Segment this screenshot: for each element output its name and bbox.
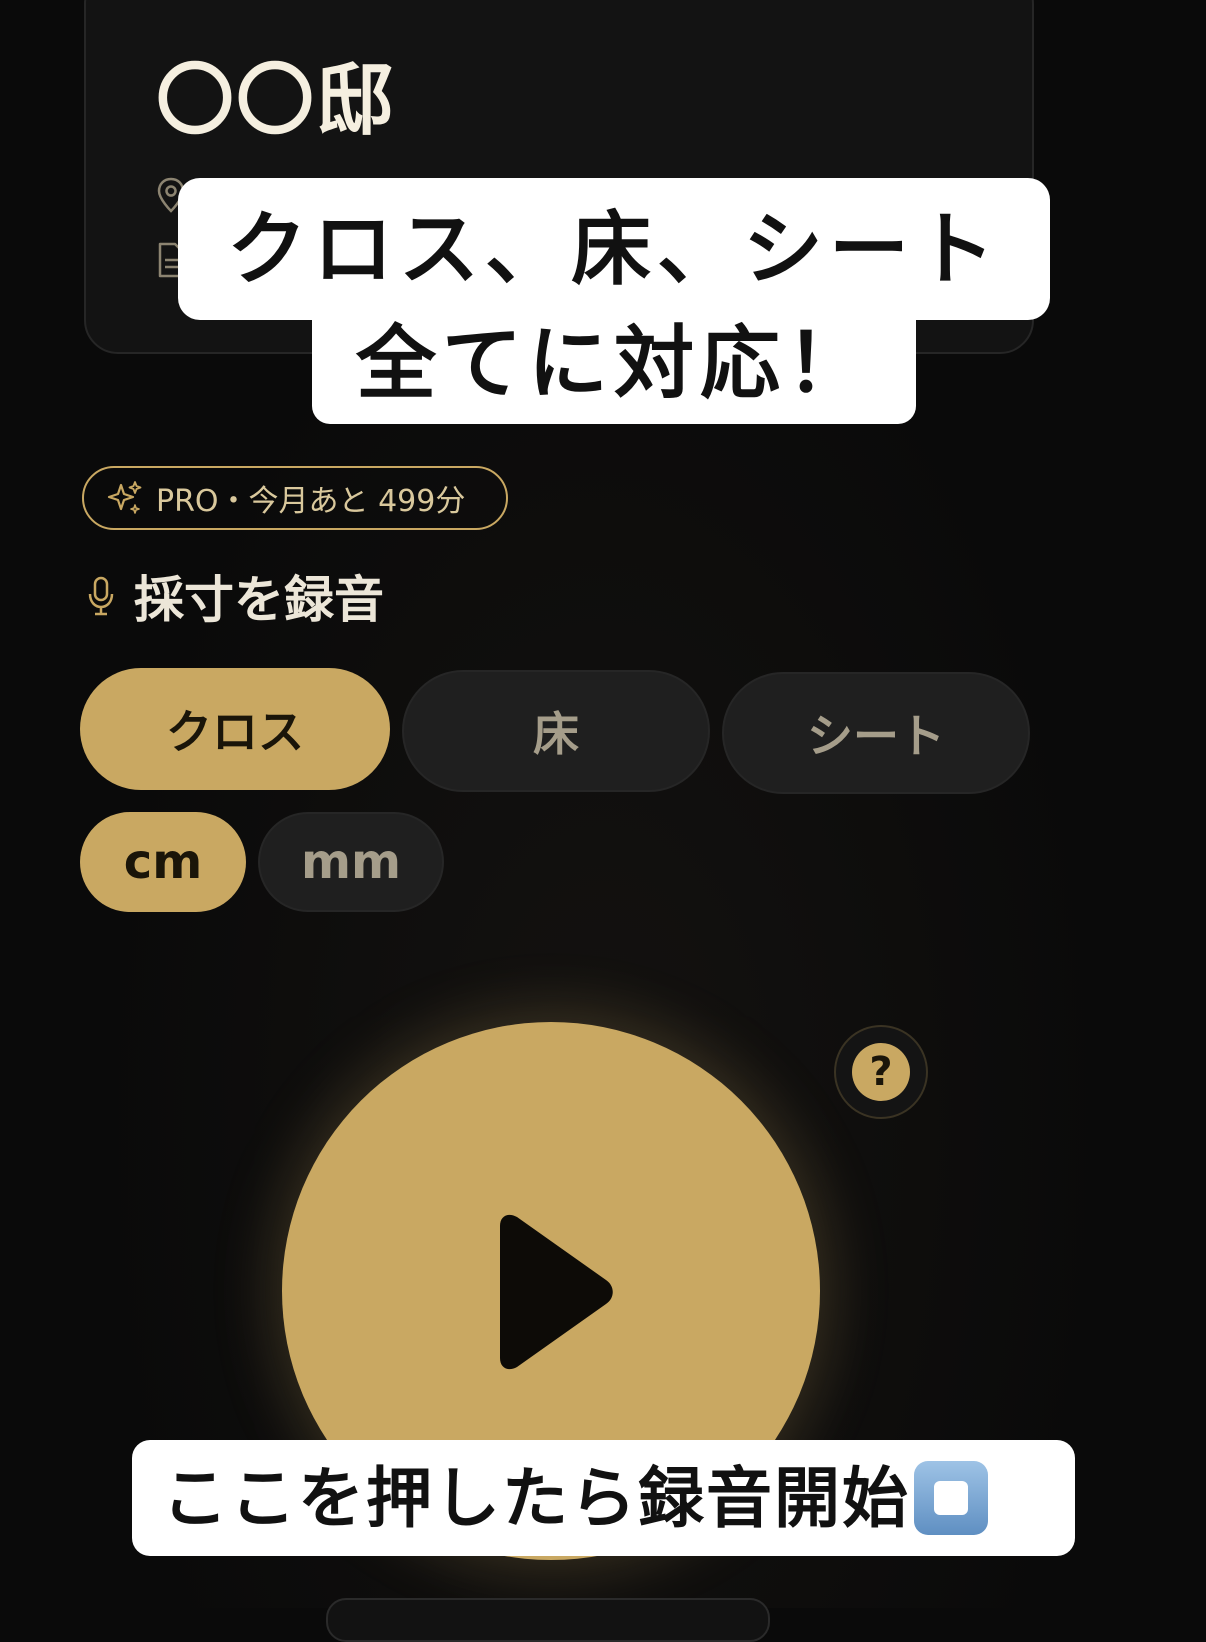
- unit-toggle-cm[interactable]: cm: [80, 812, 246, 912]
- section-title: 採寸を録音: [86, 560, 384, 632]
- unit-toggle-mm[interactable]: mm: [258, 812, 444, 912]
- pro-badge: PRO・今月あと 499分: [82, 466, 508, 530]
- section-title-label: 採寸を録音: [134, 571, 384, 629]
- sparkles-icon: [107, 481, 142, 514]
- stop-button-emoji-icon: [914, 1461, 988, 1535]
- caption-top-line1: クロス、床、シート: [178, 178, 1050, 320]
- material-tab-floor[interactable]: 床: [402, 670, 710, 792]
- caption-top-line2: 全てに対応！: [312, 318, 916, 424]
- caption-bottom: ここを押したら録音開始: [132, 1440, 1075, 1556]
- material-tab-cloth[interactable]: クロス: [80, 668, 390, 790]
- pro-badge-text: PRO・今月あと 499分: [156, 484, 466, 519]
- help-button[interactable]: ?: [834, 1025, 928, 1119]
- help-icon: ?: [852, 1043, 910, 1101]
- bottom-panel-edge: [326, 1598, 770, 1642]
- app-screen: 〇〇邸 全てに対応！ クロス、床、シート PRO・今月あと 499分 採寸を録音…: [0, 0, 1206, 1642]
- play-icon: [500, 1214, 613, 1370]
- caption-bottom-text: ここを押したら録音開始: [162, 1459, 910, 1537]
- microphone-icon: [88, 576, 114, 616]
- project-title: 〇〇邸: [156, 56, 397, 146]
- material-tab-sheet[interactable]: シート: [722, 672, 1030, 794]
